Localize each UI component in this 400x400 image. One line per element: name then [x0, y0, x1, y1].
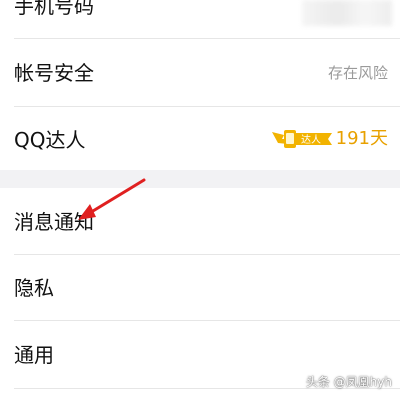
- settings-row-privacy[interactable]: 隐私: [0, 255, 400, 321]
- privacy-label: 隐私: [14, 276, 54, 300]
- settings-row-notifications[interactable]: 消息通知: [0, 188, 400, 255]
- qq-expert-label: QQ达人: [14, 128, 86, 152]
- phone-number-redacted: [302, 0, 392, 26]
- qq-expert-badge-icon: 达人: [272, 130, 332, 148]
- settings-row-account-security[interactable]: 帐号安全 存在风险: [0, 39, 400, 106]
- section-separator: [0, 170, 400, 188]
- watermark: 头条 @凤凰hyh: [305, 375, 392, 389]
- account-security-status: 存在风险: [327, 64, 388, 82]
- qq-expert-days: 191天: [335, 128, 388, 149]
- badge-text: 达人: [301, 134, 321, 146]
- general-label: 通用: [14, 343, 54, 367]
- settings-row-phone[interactable]: 手机号码: [0, 0, 400, 40]
- notifications-label: 消息通知: [14, 210, 94, 234]
- account-security-label: 帐号安全: [14, 61, 94, 85]
- phone-label: 手机号码: [14, 0, 94, 18]
